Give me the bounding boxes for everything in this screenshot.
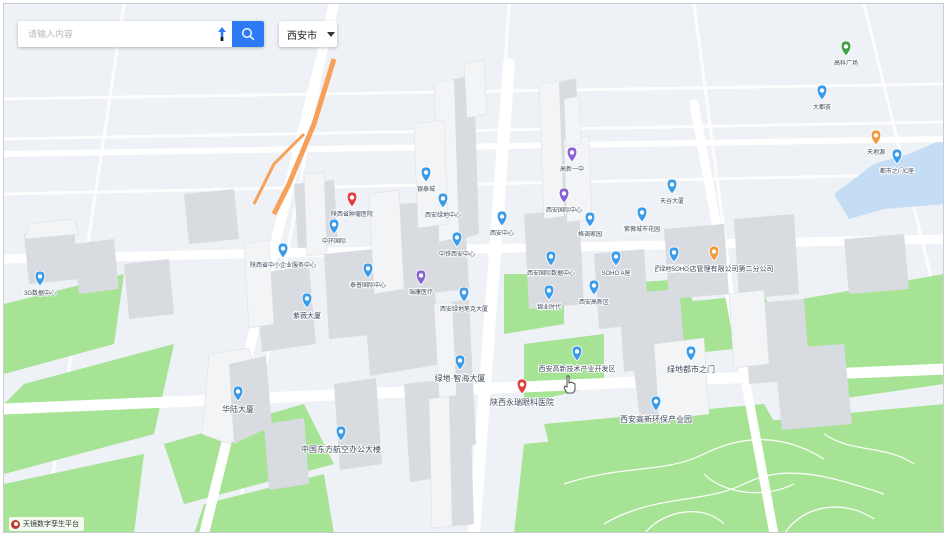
poi-label: 陕西省肿瘤医院: [331, 210, 373, 218]
map-pin-dot: [669, 182, 675, 187]
poi-label: 西安国际中心: [546, 206, 582, 214]
map-frame: 华陆大厦中国东方航空办公大楼 绿地·智海大厦陕西永瑞眼科医院 西安高新技术产业开发区…: [3, 3, 944, 533]
poi-label: 3G数据中心: [24, 289, 56, 297]
map-pin-dot: [461, 290, 467, 295]
poi-label: 大都荟: [813, 103, 831, 111]
map-canvas[interactable]: 华陆大厦中国东方航空办公大楼 绿地·智海大厦陕西永瑞眼科医院 西安高新技术产业开发区…: [4, 4, 944, 533]
city-select[interactable]: 西安市: [279, 21, 337, 47]
navigate-arrow-icon: [218, 27, 226, 41]
poi-label: 天地源: [867, 148, 885, 156]
map-pin-dot: [519, 382, 525, 387]
poi-label: 银泰城: [417, 185, 435, 193]
map-pin-dot: [423, 170, 429, 175]
map-pin-dot: [591, 283, 597, 288]
caret-down-icon: [327, 31, 335, 37]
map-pin-dot: [587, 215, 593, 220]
map-pin-dot: [653, 399, 659, 404]
poi-label: 绿地都市之门: [667, 364, 715, 374]
poi-label: 高科广场: [834, 59, 858, 67]
poi-label: 西安高新技术产业开发区: [539, 364, 616, 373]
map-pin-dot: [418, 273, 424, 278]
map-pin-dot: [639, 210, 645, 215]
map-pin-dot: [894, 152, 900, 157]
poi-label: 高新一中: [560, 165, 584, 173]
poi-label: 中铁西安中心: [439, 250, 475, 258]
map-pin-dot: [440, 196, 446, 201]
map-pin-dot: [304, 296, 310, 301]
brand-logo-icon: [11, 519, 20, 529]
map-pin-dot: [338, 429, 344, 434]
poi-label: 紫薇城市花园: [624, 225, 660, 233]
poi-label: 紫薇大厦: [293, 311, 321, 320]
search-button[interactable]: [232, 21, 264, 47]
map-pin-dot: [688, 349, 694, 354]
map-pin-dot: [280, 246, 286, 251]
poi-label: 华陆大厦: [222, 404, 254, 414]
poi-label: 陕西省中小企业服务中心: [250, 261, 316, 269]
city-select-value: 西安市: [287, 30, 317, 42]
poi-label: 天谷大厦: [660, 197, 684, 205]
map-pin-dot: [365, 266, 371, 271]
poi-label: 都市之门C座: [880, 167, 914, 175]
map-pin-dot: [548, 254, 554, 259]
map-pin-dot: [499, 214, 505, 219]
map-pin-dot: [613, 254, 619, 259]
poi-label: 瑞康医疗: [409, 288, 433, 296]
map-pin-dot: [873, 133, 879, 138]
map-pin-dot: [37, 274, 43, 279]
brand-text: 天镜数字孪生平台: [23, 521, 79, 528]
poi-label: 中国东方航空办公大楼: [301, 444, 381, 454]
route-button[interactable]: [212, 21, 232, 47]
brand-watermark: 天镜数字孪生平台: [9, 517, 84, 531]
search-box: [18, 21, 264, 47]
map-pin-dot: [819, 88, 825, 93]
poi-label: 西安中心: [490, 229, 514, 237]
poi-label: 西安高新环保产业园: [620, 414, 692, 424]
poi-label: 格调家园: [578, 230, 602, 238]
map-pin-dot: [561, 191, 567, 196]
poi-label: 西安国际数据中心: [527, 269, 575, 277]
poi-label: 西安绿地笔克大厦: [440, 305, 488, 313]
magnifier-icon: [241, 27, 255, 41]
map-pin-dot: [331, 222, 337, 227]
poi-label: 西安高新区: [579, 298, 609, 306]
poi-label: 锦业时代: [537, 303, 561, 311]
search-input[interactable]: [18, 21, 206, 47]
poi-label: 中环国际: [322, 237, 346, 245]
poi-label: 西安绿地中心: [425, 211, 461, 219]
map-pin-dot: [349, 195, 355, 200]
map-pin-dot: [843, 44, 849, 49]
map-pin-dot: [671, 250, 677, 255]
map-pin-dot: [711, 249, 717, 254]
poi-label: 绿地·智海大厦: [435, 373, 486, 383]
map-pin-dot: [457, 358, 463, 363]
map-pin-dot: [574, 349, 580, 354]
map-pin-dot: [235, 389, 241, 394]
map-pin-dot: [569, 150, 575, 155]
map-pin-dot: [454, 235, 460, 240]
poi-label: 泰普国际中心: [350, 281, 386, 289]
poi-label: 绿地SOHO: [659, 265, 689, 273]
poi-label: SOHO A座: [601, 269, 630, 277]
poi-label: 陕西永瑞眼科医院: [490, 397, 554, 407]
map-pin-dot: [546, 288, 552, 293]
